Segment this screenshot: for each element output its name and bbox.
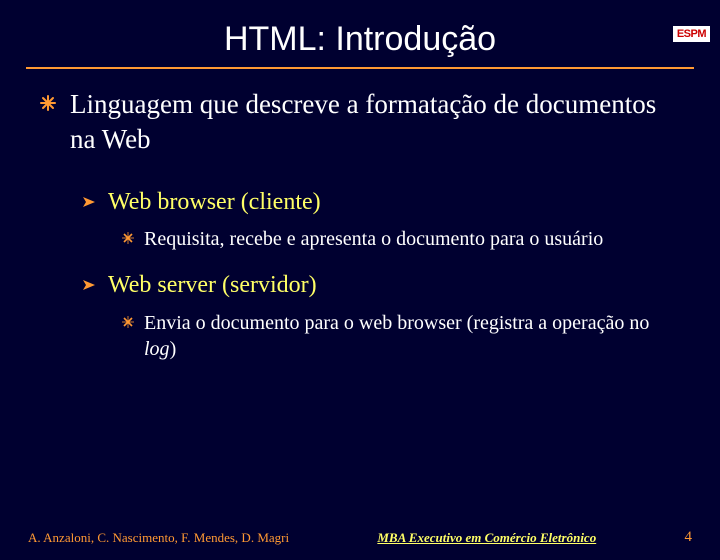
bullet-level2: Web browser (cliente) (82, 187, 680, 218)
arrow-right-icon (82, 278, 96, 292)
indent-level2-group: Web browser (cliente) Requisita, recebe … (40, 187, 680, 361)
indent-level3-group: Requisita, recebe e apresenta o document… (82, 226, 680, 252)
slide-content: Linguagem que descreve a formatação de d… (0, 69, 720, 362)
bullet-level2-text: Web server (servidor) (108, 270, 317, 301)
bullet-level1-text: Linguagem que descreve a formatação de d… (70, 87, 680, 157)
slide-footer: A. Anzaloni, C. Nascimento, F. Mendes, D… (0, 529, 720, 546)
cross-stitch-icon (122, 232, 134, 244)
bullet-l3b-post: ) (170, 338, 177, 360)
indent-level3-group: Envia o documento para o web browser (re… (82, 310, 680, 362)
arrow-right-icon (82, 195, 96, 209)
bullet-level3-text: Envia o documento para o web browser (re… (144, 310, 680, 362)
bullet-level3: Envia o documento para o web browser (re… (122, 310, 680, 362)
footer-authors: A. Anzaloni, C. Nascimento, F. Mendes, D… (28, 530, 289, 546)
bullet-level2: Web server (servidor) (82, 270, 680, 301)
bullet-level3: Requisita, recebe e apresenta o document… (122, 226, 680, 252)
footer-course: MBA Executivo em Comércio Eletrônico (377, 530, 596, 546)
slide-title: HTML: Introdução (0, 20, 720, 59)
cross-stitch-icon (122, 316, 134, 328)
bullet-l3b-pre: Envia o documento para o web browser (re… (144, 312, 649, 334)
logo-badge: ESPM (673, 26, 710, 42)
bullet-l3b-em: log (144, 338, 170, 360)
bullet-level3-text: Requisita, recebe e apresenta o document… (144, 226, 603, 252)
bullet-level1: Linguagem que descreve a formatação de d… (40, 87, 680, 157)
footer-page-number: 4 (685, 529, 693, 546)
asterisk-icon (40, 95, 56, 111)
bullet-level2-text: Web browser (cliente) (108, 187, 321, 218)
